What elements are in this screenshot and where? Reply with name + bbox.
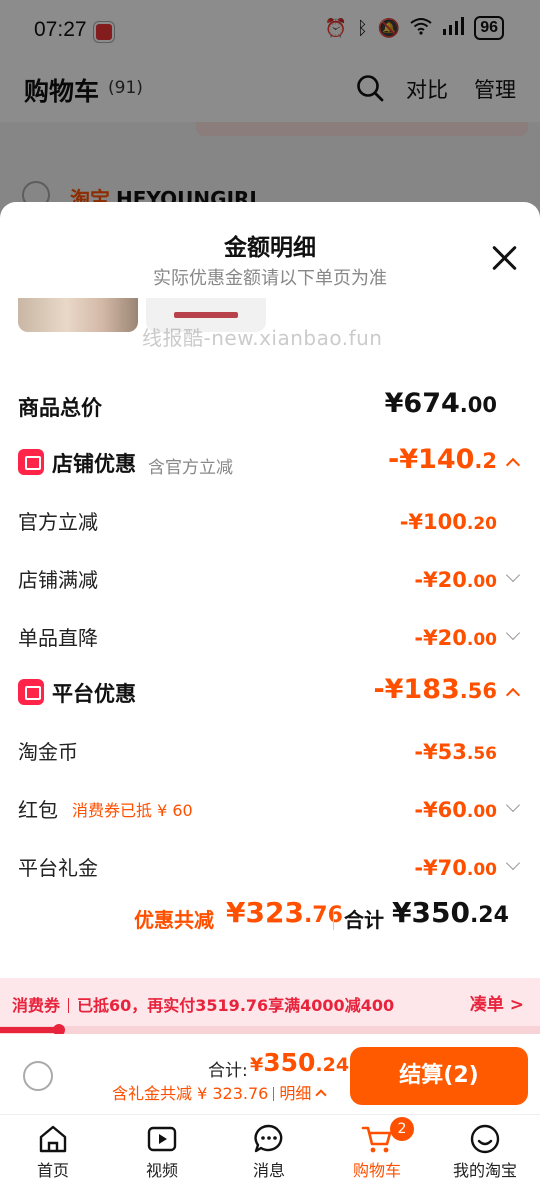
tab-label: 首页 — [36, 1161, 69, 1180]
chevron-up-icon[interactable] — [505, 687, 521, 703]
video-icon — [147, 1126, 177, 1152]
coupon-tag: 消费券 — [12, 996, 61, 1015]
store-discount-note: 含官方立减 — [148, 458, 233, 478]
item-value: -¥20.00 — [414, 568, 497, 592]
checkout-total-label: 合计: — [208, 1061, 248, 1081]
coupon-progress-track — [0, 1026, 540, 1034]
checkout-button[interactable]: 结算(2) — [350, 1047, 528, 1105]
sheet-title: 金额明细 — [224, 235, 316, 261]
store-discount-value: -¥140.2 — [388, 444, 497, 475]
cart-icon — [361, 1126, 392, 1153]
item-label: 淘金币 — [18, 740, 78, 764]
goods-total-label: 商品总价 — [18, 396, 102, 420]
close-icon[interactable] — [488, 242, 520, 274]
total-discount-label: 优惠共减 — [134, 908, 214, 932]
tab-messages[interactable]: 消息 — [224, 1123, 314, 1186]
tab-label: 视频 — [145, 1161, 178, 1180]
item-value: -¥70.00 — [414, 856, 497, 880]
gift-discount-text: 含礼金共减 ¥ 323.76 — [112, 1084, 269, 1103]
chevron-up-icon — [315, 1089, 328, 1101]
platform-icon — [18, 679, 44, 705]
add-items-link[interactable]: 凑单 > — [470, 990, 524, 1015]
tab-label: 我的淘宝 — [452, 1161, 517, 1180]
discount-detail-toggle[interactable]: 含礼金共减 ¥ 323.76 明细 — [112, 1080, 328, 1104]
chevron-down-icon[interactable] — [505, 855, 521, 871]
item-label: 单品直降 — [18, 626, 98, 650]
checkout-bar: 合计: ¥350.24 含礼金共减 ¥ 323.76 明细 结算(2) — [0, 1034, 540, 1114]
item-label: 官方立减 — [18, 510, 98, 534]
divider — [333, 910, 334, 930]
message-icon — [254, 1124, 283, 1153]
coupon-progress-fill — [0, 1027, 60, 1033]
product-thumbnail — [18, 298, 138, 332]
store-icon — [18, 449, 44, 475]
item-label: 红包 — [18, 798, 58, 822]
tab-cart[interactable]: 2 购物车 — [332, 1117, 422, 1186]
bottom-tab-bar: 首页 视频 消息 2 购物车 我的淘宝 — [0, 1114, 540, 1186]
select-all-checkbox[interactable] — [23, 1061, 53, 1091]
coupon-applied-note: 消费券已抵 ¥ 60 — [72, 801, 193, 820]
sheet-total-value: ¥350.24 — [392, 896, 509, 929]
chevron-down-icon[interactable] — [505, 567, 521, 583]
platform-discount-value: -¥183.56 — [373, 674, 497, 705]
cart-badge: 2 — [390, 1117, 414, 1141]
amount-detail-sheet: 金额明细 实际优惠金额请以下单页为准 商品总价 ¥674.00 店铺优惠 含官方… — [0, 202, 540, 978]
goods-total-value: ¥674.00 — [384, 388, 497, 419]
chevron-down-icon[interactable] — [505, 625, 521, 641]
item-label: 平台礼金 — [18, 856, 98, 880]
sheet-subtitle: 实际优惠金额请以下单页为准 — [153, 268, 387, 289]
checkout-total-value: ¥350.24 — [250, 1048, 350, 1077]
profile-icon — [470, 1124, 500, 1154]
coupon-text: 消费券 已抵60，再实付3519.76享满4000减400 — [12, 992, 394, 1016]
tab-my-taobao[interactable]: 我的淘宝 — [440, 1123, 530, 1186]
tab-label: 消息 — [252, 1161, 285, 1180]
item-value: -¥53.56 — [414, 740, 497, 764]
chevron-down-icon[interactable] — [505, 797, 521, 813]
item-value: -¥20.00 — [414, 626, 497, 650]
sheet-total-label: 合计 — [344, 908, 384, 932]
sheet-summary: 优惠共减 ¥323.76 合计 ¥350.24 — [0, 896, 540, 936]
total-discount-value: ¥323.76 — [226, 896, 343, 929]
item-label: 店铺满减 — [18, 568, 98, 592]
watermark: 线报酷-new.xianbao.fun — [142, 326, 383, 350]
tab-video[interactable]: 视频 — [117, 1123, 207, 1186]
detail-label: 明细 — [279, 1084, 312, 1103]
store-discount-label: 店铺优惠 — [52, 452, 136, 476]
item-value: -¥60.00 — [414, 798, 497, 822]
coupon-description: 已抵60，再实付3519.76享满4000减400 — [77, 996, 395, 1015]
coupon-bar[interactable]: 消费券 已抵60，再实付3519.76享满4000减400 凑单 > — [0, 978, 540, 1026]
tab-home[interactable]: 首页 — [8, 1123, 98, 1186]
chevron-up-icon[interactable] — [505, 457, 521, 473]
home-icon — [39, 1125, 67, 1153]
tab-label: 购物车 — [352, 1161, 401, 1180]
platform-discount-label: 平台优惠 — [52, 682, 136, 706]
item-value: -¥100.20 — [399, 510, 497, 534]
